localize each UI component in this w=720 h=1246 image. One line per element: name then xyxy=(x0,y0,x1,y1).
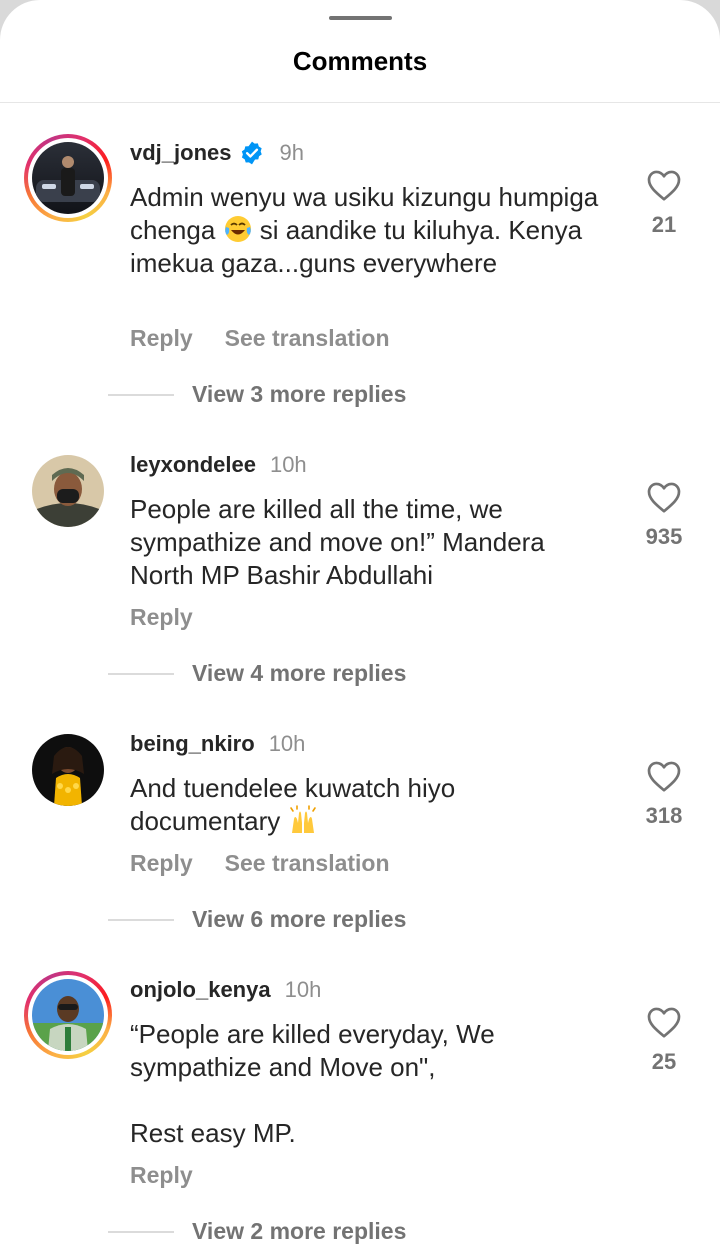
avatar[interactable] xyxy=(24,971,112,1059)
replies-divider xyxy=(108,1230,174,1233)
avatar-image xyxy=(32,455,104,527)
view-replies-label: View 6 more replies xyxy=(192,906,407,932)
comment-time: 10h xyxy=(284,977,322,1002)
avatar-image xyxy=(32,734,104,806)
replies-divider xyxy=(108,918,174,921)
sheet-grabber[interactable] xyxy=(329,16,392,20)
username[interactable]: being_nkiro xyxy=(130,731,255,757)
comment-time: 10h xyxy=(269,452,307,477)
see-translation-button[interactable]: See translation xyxy=(225,325,390,352)
avatar[interactable] xyxy=(24,134,112,222)
heart-outline-icon[interactable] xyxy=(646,1005,682,1039)
avatar-image xyxy=(32,979,104,1051)
heart-outline-icon[interactable] xyxy=(646,480,682,514)
view-replies-button[interactable]: View 4 more replies xyxy=(108,660,406,687)
like-count: 21 xyxy=(651,212,677,237)
like-count: 318 xyxy=(645,803,683,828)
comment-meta: vdj_jones 9h xyxy=(130,139,304,167)
see-translation-button[interactable]: See translation xyxy=(225,850,390,877)
username[interactable]: vdj_jones xyxy=(130,140,231,166)
laughing-tears-emoji xyxy=(224,216,251,242)
header-divider xyxy=(0,102,720,103)
like-control: 318 xyxy=(630,759,698,829)
like-control: 935 xyxy=(630,480,698,550)
avatar[interactable] xyxy=(32,455,104,527)
comment-meta: onjolo_kenya 10h xyxy=(130,976,321,1004)
heart-outline-icon[interactable] xyxy=(646,168,682,202)
comment-meta: being_nkiro 10h xyxy=(130,730,305,758)
reply-button[interactable]: Reply xyxy=(130,850,193,877)
view-replies-label: View 2 more replies xyxy=(192,1218,407,1244)
view-replies-button[interactable]: View 6 more replies xyxy=(108,906,406,933)
username[interactable]: leyxondelee xyxy=(130,452,256,478)
view-replies-button[interactable]: View 3 more replies xyxy=(108,381,406,408)
view-replies-button[interactable]: View 2 more replies xyxy=(108,1218,406,1245)
like-count: 935 xyxy=(645,524,683,549)
replies-divider xyxy=(108,672,174,675)
comment-text: People are killed all the time, we sympa… xyxy=(130,494,553,590)
comment-meta: leyxondelee 10h xyxy=(130,451,307,479)
avatar[interactable] xyxy=(32,734,104,806)
heart-outline-icon[interactable] xyxy=(646,759,682,793)
reply-button[interactable]: Reply xyxy=(130,1162,193,1189)
verified-badge-icon xyxy=(242,141,263,165)
comment-time: 9h xyxy=(279,140,304,165)
like-count: 25 xyxy=(651,1049,677,1074)
view-replies-label: View 3 more replies xyxy=(192,381,407,407)
raising-hands-emoji xyxy=(289,805,316,833)
reply-button[interactable]: Reply xyxy=(130,604,193,631)
comment-text: Admin wenyu wa usiku kizungu humpiga che… xyxy=(130,181,600,280)
like-control: 25 xyxy=(630,1005,698,1075)
comment-text: And tuendelee kuwatch hiyo documentary xyxy=(130,772,550,838)
view-replies-label: View 4 more replies xyxy=(192,660,407,686)
comments-sheet: Comments vdj_jones 9h Admin wenyu wa usi… xyxy=(0,0,720,1246)
reply-button[interactable]: Reply xyxy=(130,325,193,352)
username[interactable]: onjolo_kenya xyxy=(130,977,271,1003)
comment-actions: Reply See translation xyxy=(130,325,390,352)
comment-actions: Reply xyxy=(130,604,193,631)
like-control: 21 xyxy=(630,168,698,238)
page-title: Comments xyxy=(292,46,428,76)
comment-actions: Reply See translation xyxy=(130,850,390,877)
replies-divider xyxy=(108,393,174,396)
comment-time: 10h xyxy=(268,731,306,756)
comment-actions: Reply xyxy=(130,1162,193,1189)
avatar-image xyxy=(32,142,104,214)
comment-text: “People are killed everyday, We sympathi… xyxy=(130,1019,495,1148)
